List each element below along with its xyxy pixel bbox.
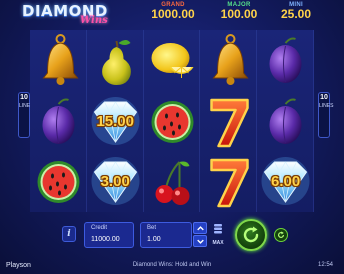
lines-count: 10 <box>20 94 28 101</box>
reel-grid: 15.00 3.00 6.00 <box>30 30 314 212</box>
bet-stepper <box>193 222 207 248</box>
game-logo: DIAMOND Wins <box>22 2 132 30</box>
jackpot-grand-value: 1000.00 <box>151 7 195 21</box>
diamond-prize-value: 3.00 <box>100 173 130 191</box>
jackpot-major-value: 100.00 <box>220 7 258 21</box>
symbol-cell <box>257 30 314 91</box>
symbol-cell <box>30 30 87 91</box>
autoplay-icon <box>278 231 284 238</box>
symbol-cell <box>200 151 257 212</box>
credit-value: 11000.00 <box>91 236 120 243</box>
spin-arrow-icon <box>243 226 259 243</box>
reel-2: 15.00 3.00 <box>87 30 144 212</box>
jackpot-grand: GRAND 1000.00 <box>142 2 204 21</box>
symbol-cell <box>30 151 87 212</box>
game-title: Diamond Wins: Hold and Win <box>132 262 212 268</box>
bet-panel: Bet 1.00 <box>140 222 192 248</box>
reel-4 <box>200 30 258 212</box>
symbol-cell <box>257 91 314 152</box>
symbol-cell <box>144 30 201 91</box>
credit-panel: Credit 11000.00 <box>84 222 134 248</box>
jackpot-major: MAJOR 100.00 <box>214 2 264 21</box>
lines-count: 10 <box>320 94 328 101</box>
lines-word: LINES <box>19 103 34 109</box>
lines-indicator-left: 10 LINES <box>18 92 34 138</box>
bet-increase-button[interactable] <box>193 222 207 234</box>
info-button[interactable]: i <box>62 226 76 242</box>
symbol-cell <box>30 91 87 152</box>
clock: 12:54 <box>318 262 334 268</box>
chevron-down-icon <box>197 239 204 244</box>
bet-decrease-button[interactable] <box>193 235 207 247</box>
autoplay-button[interactable] <box>274 228 288 242</box>
logo-subtitle: Wins <box>80 15 108 26</box>
footer-bar: Playson Diamond Wins: Hold and Win 12:54 <box>0 260 344 274</box>
diamond-prize-value: 15.00 <box>96 112 134 130</box>
jackpot-mini: MINI 25.00 <box>276 2 316 21</box>
symbol-cell <box>200 91 257 152</box>
control-bar: i Credit 11000.00 Bet 1.00 MAX <box>0 218 344 258</box>
bet-label: Bet <box>147 225 157 231</box>
symbol-cell <box>144 151 201 212</box>
credit-label: Credit <box>91 225 108 231</box>
diamond-prize-value: 6.00 <box>270 173 301 191</box>
bet-value: 1.00 <box>147 236 161 243</box>
symbol-cell <box>87 30 144 91</box>
reel-3 <box>144 30 201 212</box>
lines-indicator-right: 10 LINES <box>318 92 334 138</box>
chevron-up-icon <box>197 226 204 231</box>
reel-1 <box>30 30 87 212</box>
symbol-cell: 6.00 <box>257 151 314 212</box>
coin-stack-icon <box>214 224 222 234</box>
max-bet-label: MAX <box>212 240 224 246</box>
spin-button[interactable] <box>235 219 267 251</box>
symbol-cell: 3.00 <box>87 151 144 212</box>
symbol-cell: 15.00 <box>87 91 144 152</box>
jackpot-mini-value: 25.00 <box>280 7 312 21</box>
symbol-cell <box>200 30 257 91</box>
symbol-cell <box>144 91 201 152</box>
lines-word: LINES <box>319 103 334 109</box>
reel-5: 6.00 <box>257 30 314 212</box>
max-bet-button[interactable]: MAX <box>209 222 227 248</box>
top-bar: DIAMOND Wins GRAND 1000.00 MAJOR 100.00 … <box>0 0 344 30</box>
